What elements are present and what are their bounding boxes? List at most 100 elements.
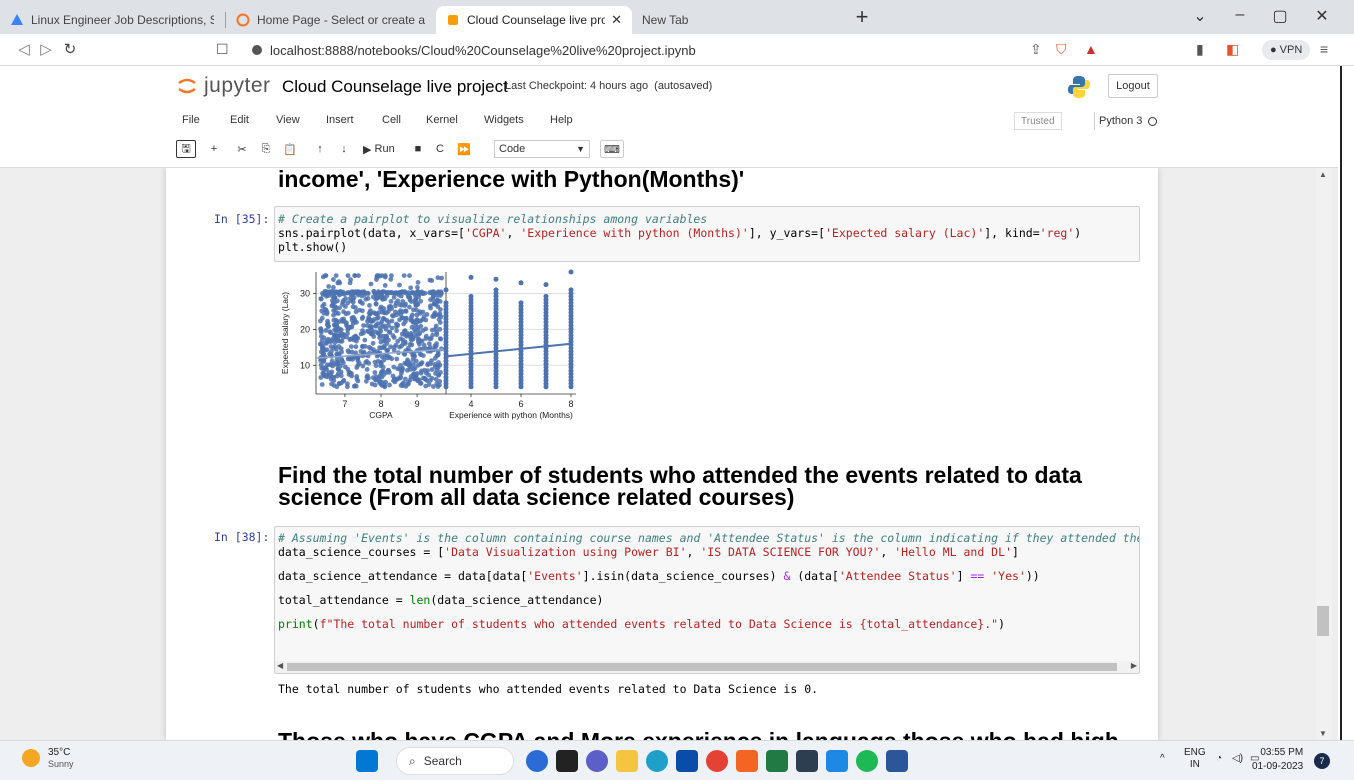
close-tab-icon[interactable]: ✕ xyxy=(605,12,622,28)
scatter-point xyxy=(493,276,499,282)
terminal-icon[interactable] xyxy=(796,750,818,772)
vpn-button[interactable]: ● VPN xyxy=(1262,40,1311,60)
teams-icon[interactable] xyxy=(586,750,608,772)
brave-icon[interactable] xyxy=(736,750,758,772)
new-tab-button[interactable]: + xyxy=(848,4,876,30)
x-tick-label: 4 xyxy=(468,399,473,409)
markdown-heading: income', 'Experience with Python(Months)… xyxy=(278,168,745,192)
clock[interactable]: 03:55 PM 01-09-2023 xyxy=(1252,746,1303,774)
trusted-indicator[interactable]: Trusted xyxy=(1014,112,1062,130)
horizontal-scrollbar[interactable]: ◀ ▶ xyxy=(275,661,1139,673)
tab-new-tab[interactable]: New Tab xyxy=(632,6,832,34)
bing-icon[interactable] xyxy=(526,750,548,772)
maximize-icon[interactable]: ▢ xyxy=(1262,6,1298,26)
scatter-point xyxy=(318,328,324,334)
menu-cell[interactable]: Cell xyxy=(382,114,401,126)
scatter-point xyxy=(435,384,441,389)
chrome-icon[interactable] xyxy=(706,750,728,772)
x-tick-label: 8 xyxy=(378,399,383,409)
menu-help[interactable]: Help xyxy=(550,114,573,126)
scroll-left-icon[interactable]: ◀ xyxy=(277,661,283,670)
tab-cloud-counselage[interactable]: Cloud Counselage live project - Ju ✕ xyxy=(436,6,632,34)
notebook-title[interactable]: Cloud Counselage live project xyxy=(282,77,508,97)
share-icon[interactable]: ⇪ xyxy=(1030,41,1042,58)
scatter-point xyxy=(568,269,574,275)
close-window-icon[interactable]: ✕ xyxy=(1304,6,1340,26)
scatter-point xyxy=(331,383,337,388)
restart-icon[interactable]: C xyxy=(430,140,450,158)
scrollbar-thumb[interactable] xyxy=(1317,606,1329,636)
move-down-icon[interactable]: ↓ xyxy=(334,140,354,158)
scatter-point xyxy=(350,356,356,362)
menu-edit[interactable]: Edit xyxy=(230,114,249,126)
windows-start-icon[interactable] xyxy=(356,750,378,772)
scroll-right-icon[interactable]: ▶ xyxy=(1131,661,1137,670)
word-icon[interactable] xyxy=(886,750,908,772)
scrollbar-thumb[interactable] xyxy=(287,663,1117,671)
save-icon[interactable]: 🖫 xyxy=(176,140,196,158)
brave-rewards-icon[interactable]: ▲ xyxy=(1084,41,1098,57)
tab-linux-jobs[interactable]: Linux Engineer Job Descriptions, Salar xyxy=(0,6,224,34)
volume-icon[interactable]: ◁) xyxy=(1232,753,1243,764)
code-token: (data[ xyxy=(797,569,839,583)
code-cell[interactable]: # Create a pairplot to visualize relatio… xyxy=(274,206,1140,262)
brave-shield-icon[interactable]: ⛉ xyxy=(1056,41,1067,58)
tray-overflow-icon[interactable]: ^ xyxy=(1160,753,1165,764)
paste-icon[interactable]: 📋 xyxy=(280,140,300,158)
scatter-point xyxy=(360,314,366,320)
cell-type-select[interactable]: Code ▼ xyxy=(494,140,590,158)
weather-widget[interactable]: 35°C Sunny xyxy=(22,747,74,769)
scatter-point xyxy=(334,324,340,329)
scatter-point xyxy=(331,332,337,338)
notification-icon[interactable]: 7 xyxy=(1314,753,1330,769)
store-icon[interactable] xyxy=(676,750,698,772)
code-cell[interactable]: # Assuming 'Events' is the column contai… xyxy=(274,526,1140,674)
menu-icon[interactable]: ≡ xyxy=(1320,41,1328,57)
excel-icon[interactable] xyxy=(766,750,788,772)
date-text: 01-09-2023 xyxy=(1252,761,1304,772)
menu-view[interactable]: View xyxy=(276,114,300,126)
restart-run-all-icon[interactable]: ⏩ xyxy=(454,140,474,158)
scroll-down-icon[interactable]: ▼ xyxy=(1319,729,1327,738)
interrupt-icon[interactable]: ■ xyxy=(408,140,428,158)
cell-output: The total number of students who attende… xyxy=(278,682,819,696)
language-indicator[interactable]: ENG IN xyxy=(1184,747,1206,771)
sidebar-icon[interactable]: ▮ xyxy=(1196,41,1204,58)
scroll-up-icon[interactable]: ▲ xyxy=(1319,170,1327,179)
run-button[interactable]: ▶ Run xyxy=(360,140,398,158)
cut-icon[interactable]: ✂ xyxy=(232,140,252,158)
url-field[interactable]: localhost:8888/notebooks/Cloud%20Counsel… xyxy=(240,38,1108,62)
menu-widgets[interactable]: Widgets xyxy=(484,114,524,126)
site-info-icon[interactable] xyxy=(252,45,262,55)
tab-home-page[interactable]: Home Page - Select or create a notebo xyxy=(226,6,436,34)
scatter-point xyxy=(437,336,443,342)
scatter-point xyxy=(391,335,397,340)
wallet-icon[interactable]: ◧ xyxy=(1226,41,1239,58)
bookmark-icon[interactable]: ☐ xyxy=(216,41,229,58)
spotify-icon[interactable] xyxy=(856,750,878,772)
scatter-point xyxy=(434,293,440,298)
reload-icon[interactable]: ↻ xyxy=(60,40,80,58)
menu-kernel[interactable]: Kernel xyxy=(426,114,458,126)
task-view-icon[interactable] xyxy=(556,750,578,772)
vertical-scrollbar[interactable]: ▲ ▼ xyxy=(1316,168,1332,740)
menu-file[interactable]: File xyxy=(182,114,200,126)
taskbar-search[interactable]: ⌕ Search xyxy=(396,747,514,775)
minimize-icon[interactable]: – xyxy=(1222,6,1258,24)
edge-icon[interactable] xyxy=(646,750,668,772)
insert-cell-icon[interactable]: + xyxy=(204,140,224,158)
tab-search-icon[interactable]: ⌄ xyxy=(1182,6,1218,26)
menu-insert[interactable]: Insert xyxy=(326,114,354,126)
forward-icon[interactable]: ▷ xyxy=(36,40,56,58)
scatter-point xyxy=(430,314,436,319)
move-up-icon[interactable]: ↑ xyxy=(310,140,330,158)
wifi-icon[interactable]: ◔ xyxy=(1216,753,1222,764)
python-logo-icon xyxy=(1068,76,1090,98)
jupyter-logo[interactable]: jupyter xyxy=(176,74,271,98)
file-explorer-icon[interactable] xyxy=(616,750,638,772)
copy-icon[interactable]: ⎘ xyxy=(256,140,276,158)
logout-button[interactable]: Logout xyxy=(1108,74,1158,98)
back-icon[interactable]: ◁ xyxy=(14,40,34,58)
vscode-icon[interactable] xyxy=(826,750,848,772)
keyboard-icon[interactable]: ⌨ xyxy=(600,140,624,158)
